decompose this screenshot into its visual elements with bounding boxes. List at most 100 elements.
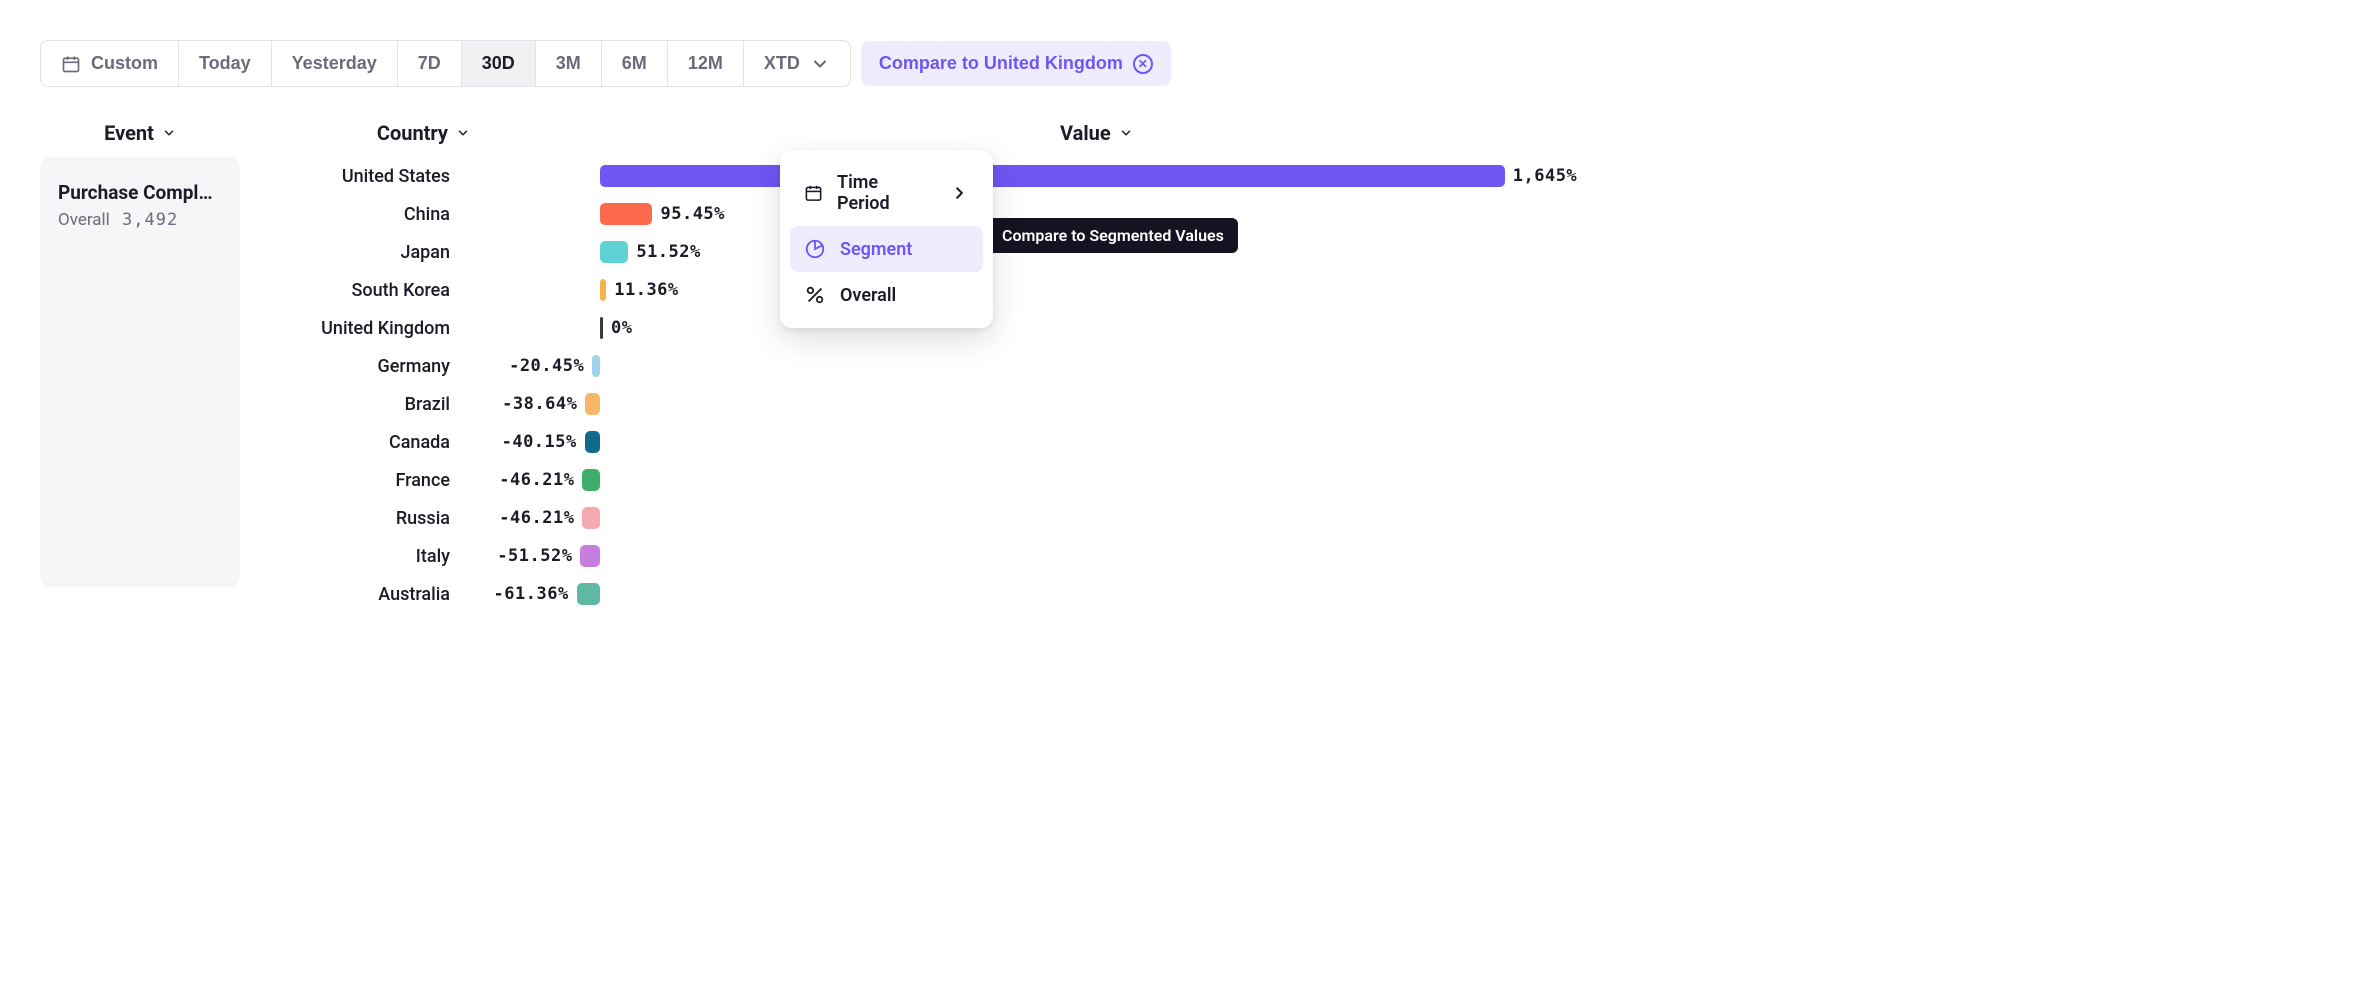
date-toolbar: Custom Today Yesterday 7D 30D 3M 6M 12M XTD Comp…: [40, 40, 2332, 87]
segment-icon: [804, 238, 826, 260]
bar-row-label: China: [240, 204, 470, 225]
compare-chip[interactable]: Compare to United Kingdom ✕: [861, 41, 1171, 86]
range-label: XTD: [764, 53, 800, 74]
event-meta-value: 3,492: [122, 210, 178, 230]
menu-item-label: Segment: [840, 239, 912, 260]
bar: [600, 279, 606, 301]
bar-area: 1,645%: [470, 164, 2332, 188]
tooltip-text: Compare to Segmented Values: [1002, 226, 1224, 245]
bar: [582, 507, 600, 529]
bar: [577, 583, 600, 605]
bar: [585, 431, 600, 453]
chevron-down-icon: [162, 126, 176, 140]
tooltip: Compare to Segmented Values: [988, 218, 1238, 253]
bar-chart: United States 1,645% China 95.45% Japan51.52…: [240, 157, 2332, 613]
bar: [592, 355, 600, 377]
bar-value: 11.36%: [614, 278, 678, 302]
menu-item-label: Overall: [840, 285, 896, 306]
range-label: 7D: [418, 53, 441, 74]
chevron-right-icon: [950, 182, 969, 204]
close-icon[interactable]: ✕: [1133, 54, 1153, 74]
menu-item-time-period[interactable]: Time Period: [790, 160, 983, 226]
bar-row-label: South Korea: [240, 280, 470, 301]
range-3m[interactable]: 3M: [536, 41, 602, 86]
bar-row-label: United Kingdom: [240, 318, 470, 339]
bar-row: China 95.45%: [240, 195, 2332, 233]
bar-row: Australia-61.36%: [240, 575, 2332, 613]
calendar-icon: [61, 54, 81, 74]
range-label: Today: [199, 53, 251, 74]
bar-area: 51.52%: [470, 240, 2332, 264]
country-header-label: Country: [377, 121, 448, 145]
range-label: Custom: [91, 53, 158, 74]
chevron-down-icon: [456, 126, 470, 140]
bar-value: -40.15%: [502, 430, 577, 454]
range-yesterday[interactable]: Yesterday: [272, 41, 398, 86]
range-7d[interactable]: 7D: [398, 41, 462, 86]
bar-row-label: Brazil: [240, 394, 470, 415]
calendar-icon: [804, 182, 823, 204]
bar-value: -20.45%: [509, 354, 584, 378]
event-header[interactable]: Event: [104, 121, 176, 145]
bar: [600, 317, 603, 339]
range-label: 30D: [482, 53, 515, 74]
bar-row-label: Canada: [240, 432, 470, 453]
compare-chip-label: Compare to United Kingdom: [879, 53, 1123, 74]
bar-row: Brazil -38.64%: [240, 385, 2332, 423]
bar-area: -40.15%: [470, 430, 2332, 454]
event-meta-label: Overall: [58, 210, 110, 230]
event-meta: Overall 3,492: [58, 210, 222, 230]
bar: [582, 469, 600, 491]
bar-row: United Kingdom 0%: [240, 309, 2332, 347]
bar: [585, 393, 600, 415]
bar-row-label: United States: [240, 166, 470, 187]
bar-area: -20.45%: [470, 354, 2332, 378]
range-custom[interactable]: Custom: [41, 41, 179, 86]
bar-row: South Korea 11.36%: [240, 271, 2332, 309]
bar-value: 1,645%: [1513, 164, 1577, 188]
range-today[interactable]: Today: [179, 41, 272, 86]
range-label: 6M: [622, 53, 647, 74]
bar: [600, 165, 1505, 187]
event-card[interactable]: Purchase Compl… Overall 3,492: [40, 157, 240, 587]
bar: [580, 545, 600, 567]
chevron-down-icon: [1119, 126, 1133, 140]
bar-value: 0%: [611, 316, 632, 340]
bar-row-label: Russia: [240, 508, 470, 529]
bar-row: Japan51.52%: [240, 233, 2332, 271]
bar: [600, 203, 652, 225]
menu-item-overall[interactable]: Overall: [790, 272, 983, 318]
country-header[interactable]: Country: [377, 121, 470, 145]
range-6m[interactable]: 6M: [602, 41, 668, 86]
bar-row-label: France: [240, 470, 470, 491]
range-30d[interactable]: 30D: [462, 41, 536, 86]
bar-value: -51.52%: [497, 544, 572, 568]
bar-row-label: Italy: [240, 546, 470, 567]
bar-value: -61.36%: [494, 582, 569, 606]
bar-area: -46.21%: [470, 506, 2332, 530]
value-header-label: Value: [1060, 121, 1111, 145]
menu-item-segment[interactable]: Segment: [790, 226, 983, 272]
bar-row: France -46.21%: [240, 461, 2332, 499]
bar-area: 11.36%: [470, 278, 2332, 302]
bar-row-label: Germany: [240, 356, 470, 377]
bar-area: -51.52%: [470, 544, 2332, 568]
bar-value: 95.45%: [660, 202, 724, 226]
compare-menu[interactable]: Time Period Segment Overall: [780, 150, 993, 328]
bar-value: -46.21%: [499, 468, 574, 492]
range-12m[interactable]: 12M: [668, 41, 744, 86]
value-header[interactable]: Value: [1060, 121, 1133, 145]
bar-row: Germany -20.45%: [240, 347, 2332, 385]
bar: [600, 241, 628, 263]
bar-value: -46.21%: [499, 506, 574, 530]
range-label: 3M: [556, 53, 581, 74]
event-header-label: Event: [104, 121, 154, 145]
bar-value: -38.64%: [502, 392, 577, 416]
column-headers: Event Country Value: [40, 121, 2332, 145]
event-title: Purchase Compl…: [58, 181, 222, 204]
bar-row: Canada -40.15%: [240, 423, 2332, 461]
bar-area: 95.45%: [470, 202, 2332, 226]
menu-item-label: Time Period: [837, 172, 922, 214]
range-xtd[interactable]: XTD: [744, 41, 850, 86]
chevron-down-icon: [810, 54, 830, 74]
